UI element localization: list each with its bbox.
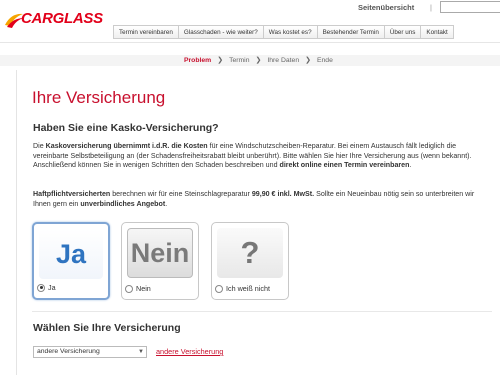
kasko-question: Haben Sie eine Kasko-Versicherung? (33, 122, 219, 134)
main-nav: Termin vereinbaren Glasschaden - wie wei… (113, 25, 454, 39)
nein-tile-label: Nein (127, 228, 193, 278)
step-problem: Problem (184, 56, 212, 64)
ja-tile-label: Ja (39, 229, 103, 279)
ja-radio[interactable] (37, 283, 45, 292)
carglass-logo[interactable]: CARGLASS (3, 9, 103, 29)
haftpflicht-info-text: Haftpflichtversicherten berechnen wir fü… (33, 190, 475, 208)
nein-radio-label: Nein (136, 284, 151, 293)
header-divider (0, 42, 500, 43)
section-divider (32, 311, 492, 312)
chevron-right-icon: ❯ (217, 57, 224, 64)
unknown-radio-label: Ich weiß nicht (226, 284, 270, 293)
option-unknown-tile[interactable]: ? Ich weiß nicht (211, 222, 289, 300)
nav-termin-vereinbaren[interactable]: Termin vereinbaren (113, 25, 179, 39)
question-mark-icon: ? (217, 228, 283, 278)
chevron-right-icon: ❯ (255, 57, 262, 64)
progress-steps: Problem ❯ Termin ❯ Ihre Daten ❯ Ende (184, 56, 339, 65)
logo-text: CARGLASS (21, 10, 103, 27)
insurance-heading: Wählen Sie Ihre Versicherung (33, 322, 181, 334)
ja-radio-label: Ja (48, 283, 56, 292)
insurance-select[interactable]: andere Versicherung ▼ (33, 346, 147, 358)
dropdown-arrow-icon: ▼ (138, 349, 144, 355)
insurance-select-value: andere Versicherung (37, 348, 100, 355)
ja-radio-option[interactable]: Ja (37, 283, 56, 292)
step-ende: Ende (316, 56, 333, 64)
nein-radio-option[interactable]: Nein (125, 284, 151, 293)
nav-bestehender-termin[interactable]: Bestehender Termin (317, 25, 385, 39)
unknown-radio-option[interactable]: Ich weiß nicht (215, 284, 270, 293)
other-insurance-link[interactable]: andere Versicherung (156, 347, 223, 356)
option-ja-tile[interactable]: Ja Ja (32, 222, 110, 300)
header-separator: | (430, 3, 432, 12)
option-nein-tile[interactable]: Nein Nein (121, 222, 199, 300)
nav-ueber-uns[interactable]: Über uns (384, 25, 422, 39)
nav-glasschaden[interactable]: Glasschaden - wie weiter? (178, 25, 264, 39)
sitemap-link[interactable]: Seitenübersicht (358, 3, 414, 12)
step-ihre-daten: Ihre Daten (267, 56, 300, 64)
page-title: Ihre Versicherung (32, 88, 166, 107)
nav-was-kostet-es[interactable]: Was kostet es? (263, 25, 318, 39)
chevron-right-icon: ❯ (305, 57, 311, 64)
nein-radio[interactable] (125, 284, 133, 293)
step-termin: Termin (229, 56, 250, 64)
nav-kontakt[interactable]: Kontakt (421, 25, 454, 39)
unknown-radio[interactable] (215, 284, 223, 293)
kasko-info-text: Die Kaskoversicherung übernimmt i.d.R. d… (33, 142, 472, 169)
search-input[interactable] (440, 1, 500, 13)
